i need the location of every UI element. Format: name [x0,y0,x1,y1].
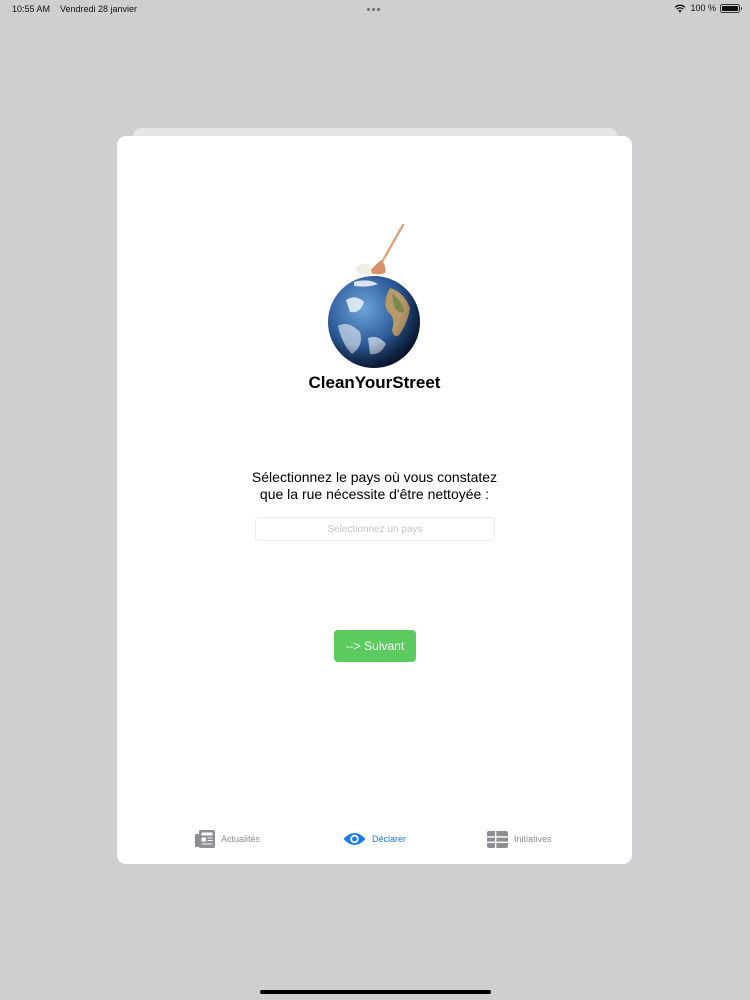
status-date: Vendredi 28 janvier [60,4,138,14]
table-icon [487,830,508,848]
modal-card: CleanYourStreet Sélectionnez le pays où … [117,136,632,864]
tab-bar: Actualités Déclarer Initiatives [117,828,632,864]
eye-icon [343,833,366,845]
tab-declarer[interactable]: Déclarer [343,828,406,850]
tab-label: Actualités [221,834,261,844]
globe-with-broom-icon [324,222,424,370]
wifi-icon [675,4,686,13]
app-title: CleanYourStreet [308,373,441,392]
status-bar: 10:55 AM Vendredi 28 janvier 100 % [0,0,750,18]
multitasking-dots-icon[interactable] [367,8,380,11]
tab-label: Initiatives [514,834,552,844]
screen: 10:55 AM Vendredi 28 janvier 100 % Clean… [0,0,750,1000]
tab-initiatives[interactable]: Initiatives [487,828,552,850]
tab-label: Déclarer [372,834,407,844]
status-right: 100 % [674,3,742,13]
next-button[interactable]: --> Suivant [334,630,416,662]
tab-actualites[interactable]: Actualités [195,828,260,850]
prompt-line-1: Sélectionnez le pays où vous constatez [251,469,498,485]
home-indicator[interactable] [260,990,491,994]
battery-icon [720,3,742,13]
newspaper-icon [195,830,215,848]
country-prompt: Sélectionnez le pays où vous constatez q… [117,469,632,503]
battery-percent: 100 % [690,3,716,13]
status-time: 10:55 AM [12,4,51,14]
country-select-field[interactable] [255,517,495,541]
prompt-line-2: que la rue nécessite d'être nettoyée : [259,486,490,502]
